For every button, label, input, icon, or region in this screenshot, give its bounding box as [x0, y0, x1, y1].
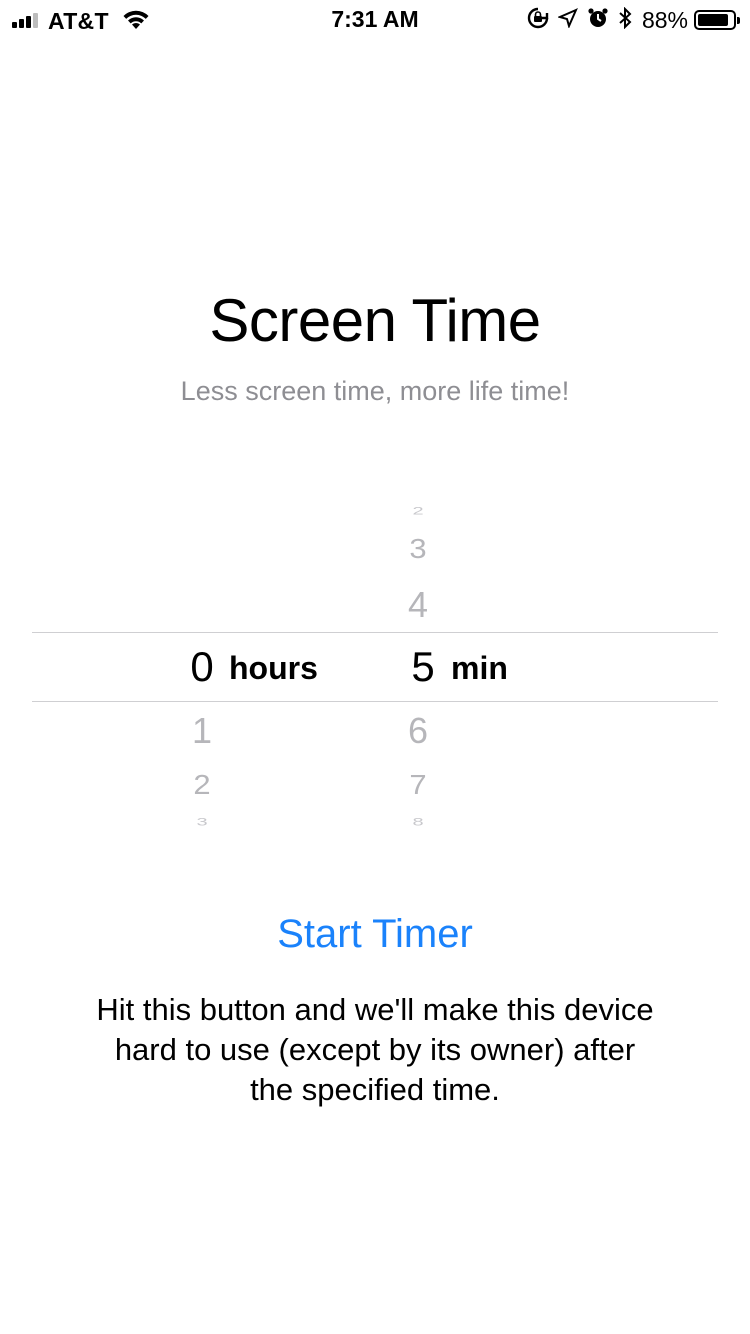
battery-icon [694, 10, 740, 30]
bluetooth-icon [618, 6, 632, 34]
hours-option[interactable]: 2 [172, 769, 232, 801]
hours-option[interactable]: 1 [172, 710, 232, 752]
hours-wheel[interactable]: 0 hours 1 2 3 [32, 480, 372, 850]
duration-picker[interactable]: 0 hours 1 2 3 2 3 4 5 min 6 7 8 [32, 480, 718, 850]
battery-percent: 88% [641, 6, 688, 33]
minutes-unit-label: min [451, 650, 508, 686]
minutes-option[interactable]: 8 [388, 816, 448, 829]
minutes-option[interactable]: 7 [388, 769, 448, 801]
status-bar: AT&T 7:31 AM 88% [0, 0, 750, 40]
minutes-option[interactable]: 6 [388, 710, 448, 752]
minutes-option[interactable]: 3 [388, 533, 448, 565]
alarm-icon [587, 7, 609, 34]
hours-selected-value[interactable]: 0 [172, 643, 232, 691]
minutes-selected-value[interactable]: 5 [393, 643, 453, 691]
start-timer-button[interactable]: Start Timer [0, 912, 750, 957]
minutes-wheel[interactable]: 2 3 4 5 min 6 7 8 [372, 480, 718, 850]
minutes-option[interactable]: 2 [388, 505, 448, 518]
hours-option[interactable]: 3 [172, 816, 232, 829]
page-subtitle: Less screen time, more life time! [180, 376, 570, 406]
location-icon [557, 7, 578, 33]
description-text: Hit this button and we'll make this devi… [96, 992, 654, 1107]
minutes-option[interactable]: 4 [388, 584, 448, 626]
hours-unit-label: hours [229, 650, 318, 686]
orientation-lock-icon [527, 7, 549, 34]
battery-fill [698, 14, 728, 26]
status-right: 88% [518, 6, 740, 34]
page-title: Screen Time [209, 287, 541, 354]
